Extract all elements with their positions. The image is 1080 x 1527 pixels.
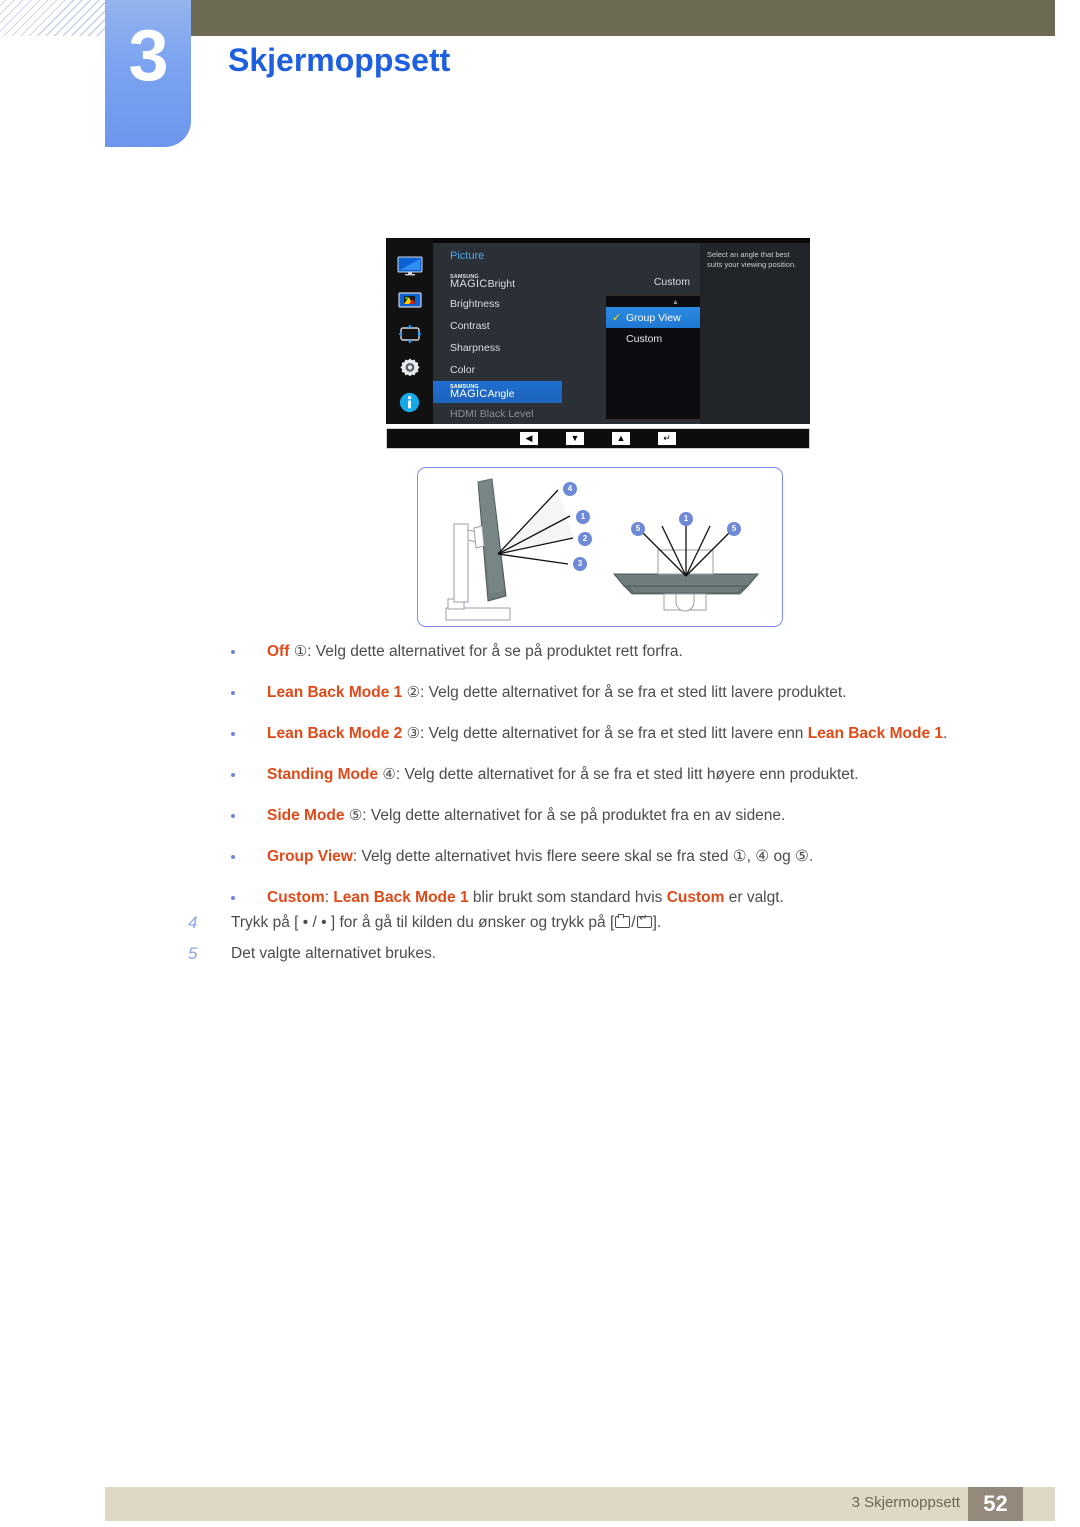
option-descriptions-list: Off ①: Velg dette alternativet for å se … bbox=[231, 641, 1021, 928]
list-item: Side Mode ⑤: Velg dette alternativet for… bbox=[231, 805, 1021, 827]
osd-menu-title: Picture bbox=[450, 250, 485, 262]
osd-sidebar bbox=[386, 238, 433, 424]
option-marker: ⑤ bbox=[348, 807, 363, 824]
magicbright-value: Custom bbox=[653, 276, 690, 288]
osd-button-bar: ◀ ▼ ▲ ↵ bbox=[386, 428, 810, 449]
key-separator: / bbox=[631, 914, 636, 931]
onscreen-display-icon[interactable] bbox=[395, 322, 425, 346]
source-key-icon bbox=[615, 913, 631, 928]
osd-help-text: Select an angle that best suits your vie… bbox=[700, 243, 810, 424]
viewing-angle-diagram: 4 1 2 3 5 1 5 bbox=[417, 467, 783, 627]
monitor-side-view bbox=[445, 478, 574, 621]
option-term: Group View bbox=[267, 848, 353, 865]
option-marker: ③ bbox=[406, 725, 421, 742]
decorative-hatch-pattern bbox=[0, 0, 106, 36]
step-number: 5 bbox=[188, 944, 198, 963]
footer-chapter-label: 3 Skjermoppsett bbox=[851, 1494, 960, 1511]
option-description: : Velg dette alternativet for å se på pr… bbox=[307, 643, 683, 660]
left-arrow-button[interactable]: ◀ bbox=[520, 432, 538, 445]
step-5: 5 Det valgte alternativet brukes. bbox=[188, 943, 988, 965]
picture-icon[interactable] bbox=[395, 288, 425, 312]
page-title: Skjermoppsett bbox=[228, 42, 451, 78]
angle-label-1-top: 1 bbox=[679, 512, 693, 526]
check-icon: ✓ bbox=[612, 312, 622, 324]
list-item: Lean Back Mode 1 ②: Velg dette alternati… bbox=[231, 682, 1021, 704]
list-item: Lean Back Mode 2 ③: Velg dette alternati… bbox=[231, 723, 1021, 745]
step-text: Trykk på [ • / • ] for å gå til kilden d… bbox=[231, 914, 615, 931]
option-term: Lean Back Mode 2 bbox=[267, 725, 403, 742]
submenu-item-label: Custom bbox=[626, 332, 663, 345]
list-item: Off ①: Velg dette alternativet for å se … bbox=[231, 641, 1021, 663]
option-description-tail: blir brukt som standard hvis bbox=[468, 889, 667, 906]
magicangle-label: SAMSUNG MAGICAngle bbox=[450, 383, 515, 400]
option-reference: Lean Back Mode 1 bbox=[333, 889, 469, 906]
submenu-item-label: Group View bbox=[626, 311, 681, 324]
option-description-tail: . bbox=[943, 725, 948, 742]
step-text: Det valgte alternativet brukes. bbox=[231, 945, 437, 962]
display-icon[interactable] bbox=[395, 254, 425, 278]
osd-screenshot: Picture SAMSUNG MAGICBright Custom Bright… bbox=[386, 238, 810, 424]
angle-label-1: 1 bbox=[576, 510, 590, 524]
magicbright-label: SAMSUNG MAGICBright bbox=[450, 273, 515, 290]
option-reference-2: Custom bbox=[666, 889, 725, 906]
enter-key-icon bbox=[636, 912, 652, 928]
step-text-tail: ]. bbox=[652, 914, 662, 931]
option-term: Standing Mode bbox=[267, 766, 379, 783]
option-marker: ① bbox=[293, 643, 308, 660]
up-arrow-button[interactable]: ▲ bbox=[612, 432, 630, 445]
option-marker: ② bbox=[406, 684, 421, 701]
angle-label-4: 4 bbox=[563, 482, 577, 496]
option-reference: Lean Back Mode 1 bbox=[807, 725, 943, 742]
enter-button[interactable]: ↵ bbox=[658, 432, 676, 445]
option-description: : Velg dette alternativet hvis flere see… bbox=[352, 848, 814, 865]
option-description: : Velg dette alternativet for å se fra e… bbox=[420, 725, 808, 742]
diagram-svg bbox=[445, 478, 760, 621]
step-4: 4 Trykk på [ • / • ] for å gå til kilden… bbox=[188, 912, 988, 934]
procedure-steps: 4 Trykk på [ • / • ] for å gå til kilden… bbox=[188, 912, 988, 974]
option-term: Side Mode bbox=[267, 807, 345, 824]
osd-menu-panel: Picture SAMSUNG MAGICBright Custom Bright… bbox=[433, 243, 746, 424]
osd-item-magicangle[interactable]: SAMSUNG MAGICAngle bbox=[433, 381, 562, 403]
settings-gear-icon[interactable] bbox=[395, 356, 425, 380]
osd-item-magicbright[interactable]: SAMSUNG MAGICBright Custom bbox=[433, 271, 700, 293]
option-marker: ④ bbox=[382, 766, 396, 783]
list-item: Custom: Lean Back Mode 1 blir brukt som … bbox=[231, 887, 1021, 909]
option-description-tail-2: er valgt. bbox=[724, 889, 784, 906]
option-description: : Velg dette alternativet for å se fra e… bbox=[395, 766, 859, 783]
angle-label-5-right: 5 bbox=[727, 522, 741, 536]
page-number: 52 bbox=[968, 1487, 1023, 1521]
step-number: 4 bbox=[188, 913, 198, 932]
list-item: Group View: Velg dette alternativet hvis… bbox=[231, 846, 1021, 868]
option-term: Off bbox=[267, 643, 290, 660]
header-band bbox=[190, 0, 1055, 36]
angle-label-3: 3 bbox=[573, 557, 587, 571]
angle-label-2: 2 bbox=[578, 532, 592, 546]
information-icon[interactable] bbox=[395, 390, 425, 414]
option-term: Lean Back Mode 1 bbox=[267, 684, 403, 701]
down-arrow-button[interactable]: ▼ bbox=[566, 432, 584, 445]
option-description: : Velg dette alternativet for å se fra e… bbox=[420, 684, 847, 701]
option-description: : Velg dette alternativet for å se på pr… bbox=[362, 807, 786, 824]
angle-label-5-left: 5 bbox=[631, 522, 645, 536]
list-item: Standing Mode ④: Velg dette alternativet… bbox=[231, 764, 1021, 786]
chapter-number-badge: 3 bbox=[105, 0, 191, 147]
option-term: Custom bbox=[267, 889, 325, 906]
